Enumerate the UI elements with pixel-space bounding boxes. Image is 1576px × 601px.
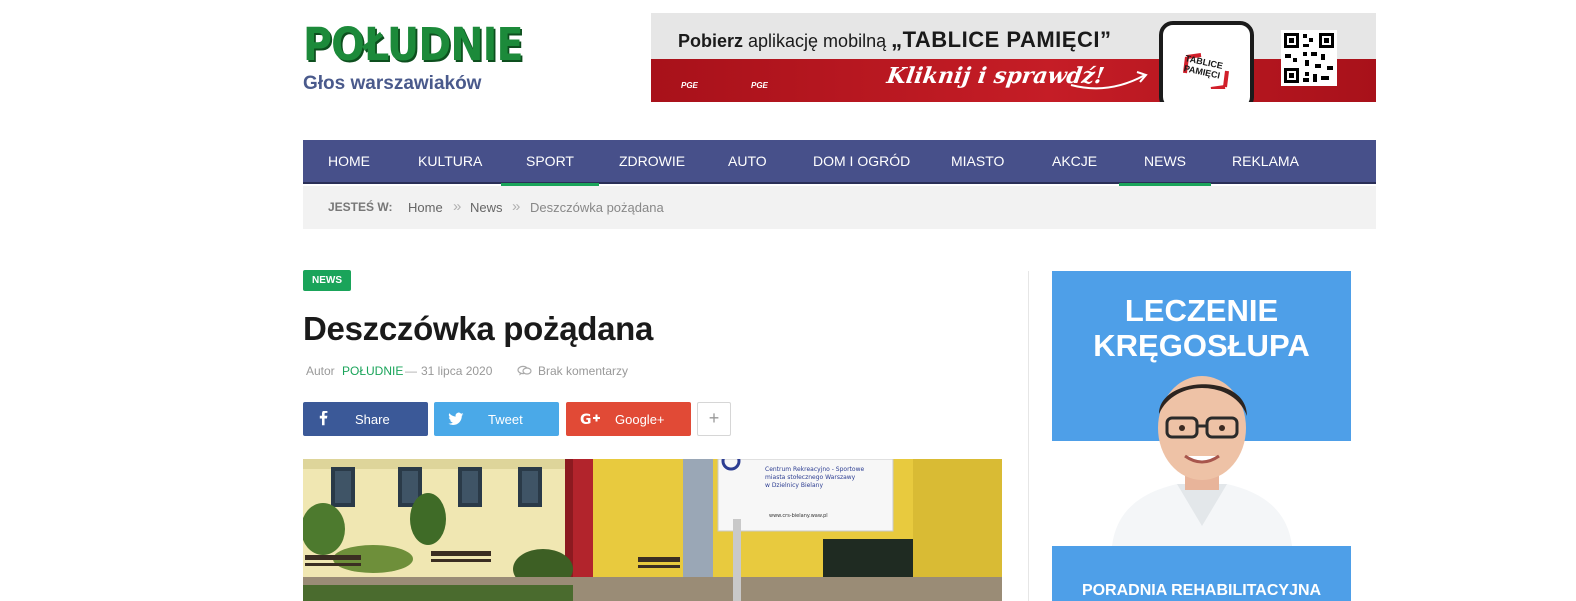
sidebar-ad-headline: LECZENIE KRĘGOSŁUPA bbox=[1052, 293, 1351, 363]
category-badge[interactable]: NEWS bbox=[303, 270, 351, 291]
twitter-icon bbox=[448, 412, 464, 425]
banner-text-regular: aplikację mobilną bbox=[743, 31, 892, 51]
google-plus-icon: G bbox=[580, 412, 600, 427]
meta-date: 31 lipca 2020 bbox=[421, 364, 493, 378]
doctor-photo bbox=[1112, 376, 1292, 546]
post-title: Deszczówka pożądana bbox=[303, 310, 654, 347]
share-facebook-button[interactable]: Share bbox=[303, 402, 428, 436]
meta-dash: — bbox=[405, 364, 417, 378]
svg-text:G: G bbox=[580, 412, 592, 427]
share-twitter-label: Tweet bbox=[488, 412, 523, 427]
nav-item-auto[interactable]: AUTO bbox=[703, 140, 792, 184]
nav-item-home[interactable]: HOME bbox=[303, 140, 395, 184]
sidebar-ad-subline: PORADNIA REHABILITACYJNA bbox=[1081, 582, 1322, 599]
sign-text: miasta stołecznego Warszawy bbox=[765, 474, 856, 481]
share-twitter-button[interactable]: Tweet bbox=[434, 402, 559, 436]
banner-headline: Pobierz aplikację mobilną „TABLICE PAMIĘ… bbox=[678, 27, 1111, 53]
breadcrumb-home-link[interactable]: Home bbox=[408, 200, 443, 215]
phone-graphic: TABLICE PAMIĘCI bbox=[1159, 21, 1254, 102]
featured-image[interactable]: Centrum Rekreacyjno - Sportowe miasta st… bbox=[303, 459, 1002, 601]
meta-author-link[interactable]: POŁUDNIE bbox=[342, 364, 403, 378]
sign-text: w Dzielnicy Bielany bbox=[765, 482, 823, 489]
nav-item-miasto[interactable]: MIASTO bbox=[926, 140, 1029, 184]
comment-icon bbox=[517, 365, 532, 376]
logo-title: POŁUDNIE bbox=[303, 18, 524, 71]
breadcrumb-label: JESTEŚ W: bbox=[328, 200, 393, 214]
breadcrumb-separator: » bbox=[453, 198, 462, 215]
share-facebook-label: Share bbox=[355, 412, 390, 427]
nav-item-kultura[interactable]: KULTURA bbox=[393, 140, 507, 184]
breadcrumb-news-link[interactable]: News bbox=[470, 200, 503, 215]
share-google-button[interactable]: G Google+ bbox=[566, 402, 691, 436]
sidebar-ad[interactable]: LECZENIE KRĘGOSŁUPA PORADNIA REHABILITAC… bbox=[1052, 271, 1351, 601]
nav-item-reklama[interactable]: REKLAMA bbox=[1207, 140, 1324, 184]
main-navigation: HOME KULTURA SPORT ZDROWIE AUTO DOM I OG… bbox=[303, 140, 1376, 186]
nav-item-dom-i-ogrod[interactable]: DOM I OGRÓD bbox=[788, 140, 935, 184]
nav-item-sport[interactable]: SPORT bbox=[501, 140, 599, 186]
banner-sponsor-2: PGE bbox=[751, 81, 768, 90]
banner-text-bold: Pobierz bbox=[678, 31, 744, 51]
facebook-icon bbox=[319, 411, 328, 426]
meta-author-prefix: Autor bbox=[306, 364, 335, 378]
share-more-button[interactable]: + bbox=[697, 402, 731, 436]
banner-arrow-icon bbox=[1070, 71, 1148, 90]
sidebar-ad-headline-line1: LECZENIE bbox=[1124, 293, 1279, 328]
meta-comments-link[interactable]: Brak komentarzy bbox=[538, 364, 628, 378]
site-logo[interactable]: POŁUDNIE Głos warszawiaków bbox=[303, 18, 524, 100]
nav-item-akcje[interactable]: AKCJE bbox=[1027, 140, 1122, 184]
top-banner-ad[interactable]: Pobierz aplikację mobilną „TABLICE PAMIĘ… bbox=[651, 13, 1376, 102]
sidebar-divider bbox=[1028, 271, 1029, 601]
nav-item-news[interactable]: NEWS bbox=[1119, 140, 1211, 186]
banner-app-name: „TABLICE PAMIĘCI” bbox=[891, 27, 1112, 52]
breadcrumb-current: Deszczówka pożądana bbox=[530, 200, 664, 215]
breadcrumb-separator: » bbox=[512, 198, 521, 215]
sidebar-ad-headline-line2: KRĘGOSŁUPA bbox=[1093, 328, 1310, 363]
nav-item-zdrowie[interactable]: ZDROWIE bbox=[594, 140, 710, 184]
qr-code-icon bbox=[1281, 30, 1337, 86]
logo-subtitle: Głos warszawiaków bbox=[303, 73, 482, 94]
sign-url: www.crs-bielany.waw.pl bbox=[769, 513, 828, 519]
banner-sponsor-1: PGE bbox=[681, 81, 698, 90]
breadcrumb: JESTEŚ W: Home » News » Deszczówka pożąd… bbox=[303, 186, 1376, 229]
share-google-label: Google+ bbox=[615, 412, 665, 427]
sign-text: Centrum Rekreacyjno - Sportowe bbox=[765, 466, 864, 473]
